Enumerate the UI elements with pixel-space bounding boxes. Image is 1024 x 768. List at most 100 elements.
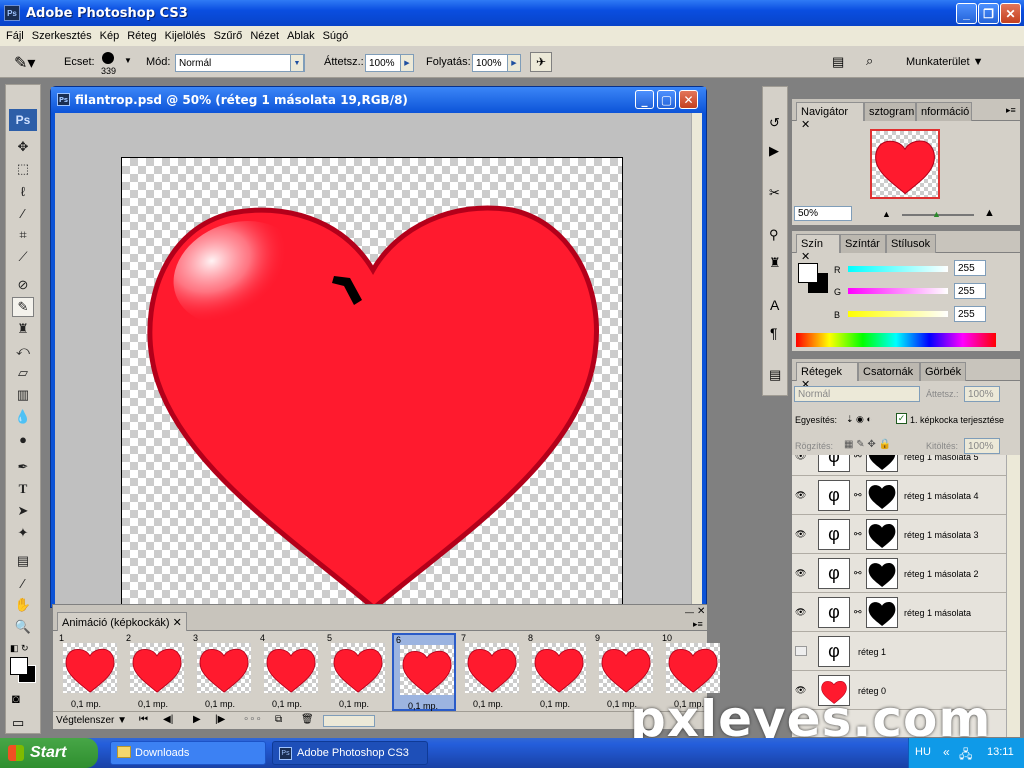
quick-mask-icon[interactable]: ◙	[12, 691, 20, 706]
brush-preview-icon[interactable]	[102, 52, 114, 64]
close-tab-icon[interactable]: ✕	[173, 617, 182, 629]
frame-duration[interactable]: 0,1 mp.	[71, 699, 101, 709]
link-icon[interactable]: ⚯	[854, 490, 862, 501]
previous-frame-icon[interactable]: ◀|	[163, 714, 173, 725]
duplicate-frame-icon[interactable]: ⧉	[275, 714, 282, 725]
link-icon[interactable]: ⚯	[854, 568, 862, 579]
brush-tool-preset-icon[interactable]: ✎▾	[14, 53, 35, 73]
language-indicator[interactable]: HU	[915, 746, 931, 758]
frame-duration[interactable]: 0,1 mp.	[339, 699, 369, 709]
tab-animation[interactable]: Animáció (képkockák) ✕	[57, 612, 187, 631]
frame-scrollbar[interactable]	[323, 715, 375, 727]
blend-mode-select[interactable]: Normál	[794, 386, 920, 402]
propagate-checkbox[interactable]: ✓	[896, 413, 907, 424]
animation-frame[interactable]: 3 0,1 mp.	[191, 633, 255, 711]
menu-layer[interactable]: Réteg	[123, 30, 160, 42]
eyedropper-tool-icon[interactable]: ⁄	[12, 573, 34, 593]
menu-edit[interactable]: Szerkesztés	[28, 30, 96, 42]
shape-tool-icon[interactable]: ✦	[12, 523, 34, 543]
visibility-eye-icon[interactable]: 👁	[795, 607, 807, 617]
menu-image[interactable]: Kép	[96, 30, 124, 42]
animation-frame[interactable]: 1 0,1 mp.	[57, 633, 121, 711]
menu-help[interactable]: Súgó	[319, 30, 353, 42]
history-brush-tool-icon[interactable]: ⤺	[12, 341, 34, 361]
play-icon[interactable]: ▶	[193, 714, 201, 725]
tab-navigator[interactable]: Navigátor ✕	[796, 102, 864, 131]
slice-tool-icon[interactable]: ⟋	[12, 247, 34, 267]
navigator-menu-icon[interactable]: ▸≡	[1006, 105, 1016, 116]
animation-frame[interactable]: 4 0,1 mp.	[258, 633, 322, 711]
workspace-menu[interactable]: Munkaterület ▼	[906, 56, 984, 68]
mode-select[interactable]: Normál	[175, 54, 305, 72]
palette-well-icon[interactable]: ▤	[832, 54, 844, 70]
opacity-arrow-icon[interactable]: ▶	[400, 54, 414, 72]
color-spectrum-bar[interactable]	[796, 333, 996, 347]
bridge-icon[interactable]: ⌕	[866, 53, 873, 69]
zoom-out-icon[interactable]: ▲	[882, 209, 891, 219]
opacity-field[interactable]: 100%	[365, 54, 401, 72]
move-tool-icon[interactable]: ✥	[12, 137, 34, 157]
tab-histogram[interactable]: sztogram	[864, 102, 916, 121]
frame-duration[interactable]: 0,1 mp.	[540, 699, 570, 709]
frame-duration[interactable]: 0,1 mp.	[205, 699, 235, 709]
panel-minimize-icon[interactable]: —	[685, 607, 694, 617]
layer-mask-thumbnail[interactable]	[866, 597, 898, 628]
magic-wand-tool-icon[interactable]: ⁄	[12, 203, 34, 223]
doc-maximize-button[interactable]: ▢	[657, 90, 676, 109]
layer-row[interactable]: 👁 φ ⚯ réteg 1 másolata 4	[792, 476, 1006, 515]
panel-menu-icon[interactable]: ▸≡	[693, 619, 703, 630]
zoom-tool-icon[interactable]: 🔍	[12, 617, 34, 637]
start-button[interactable]: Start	[0, 738, 98, 768]
visibility-eye-icon[interactable]: 👁	[795, 529, 807, 539]
lasso-tool-icon[interactable]: ℓ	[12, 181, 34, 201]
layer-row[interactable]: φ réteg 1	[792, 632, 1006, 671]
airbrush-toggle-icon[interactable]: ✈	[530, 52, 552, 72]
tab-swatches[interactable]: Színtár	[840, 234, 886, 253]
eraser-tool-icon[interactable]: ▱	[12, 363, 34, 383]
lock-icons[interactable]: ▦ ✎ ✥ 🔒	[844, 439, 891, 450]
panel-close-icon[interactable]: ✕	[697, 606, 705, 617]
image-canvas[interactable]	[121, 157, 623, 607]
brush-tool-icon[interactable]: ✎	[12, 297, 34, 317]
frame-duration[interactable]: 0,1 mp.	[138, 699, 168, 709]
clone-source-icon[interactable]: ♜	[769, 255, 781, 271]
menu-window[interactable]: Ablak	[283, 30, 319, 42]
gradient-tool-icon[interactable]: ▥	[12, 385, 34, 405]
animation-frame[interactable]: 8 0,1 mp.	[526, 633, 590, 711]
frame-duration[interactable]: 0,1 mp.	[408, 701, 438, 711]
foreground-color-swatch[interactable]	[10, 657, 28, 675]
menu-view[interactable]: Nézet	[246, 30, 283, 42]
layers-scrollbar[interactable]	[1006, 455, 1020, 737]
frame-duration[interactable]: 0,1 mp.	[473, 699, 503, 709]
flow-field[interactable]: 100%	[472, 54, 508, 72]
color-foreground-swatch[interactable]	[798, 263, 818, 283]
animation-frame[interactable]: 6 0,1 mp.	[392, 633, 456, 711]
layer-mask-thumbnail[interactable]	[866, 558, 898, 589]
visibility-toggle[interactable]	[795, 646, 807, 656]
link-icon[interactable]: ⚯	[854, 607, 862, 618]
layer-row[interactable]: 👁 φ ⚯ réteg 1 másolata 3	[792, 515, 1006, 554]
visibility-eye-icon[interactable]: 👁	[795, 490, 807, 500]
healing-brush-tool-icon[interactable]: ⊘	[12, 275, 34, 295]
next-frame-icon[interactable]: |▶	[215, 714, 225, 725]
tween-icon[interactable]: ∘∘∘	[243, 714, 262, 725]
document-vertical-scrollbar[interactable]	[691, 113, 702, 607]
first-frame-icon[interactable]: ⏮	[139, 714, 148, 725]
doc-close-button[interactable]: ✕	[679, 90, 698, 109]
loop-select[interactable]: Végtelenszer ▼	[56, 715, 127, 726]
link-icon[interactable]: ⚯	[854, 455, 862, 462]
pen-tool-icon[interactable]: ✒	[12, 457, 34, 477]
animation-frame[interactable]: 5 0,1 mp.	[325, 633, 389, 711]
flow-arrow-icon[interactable]: ▶	[507, 54, 521, 72]
layer-mask-thumbnail[interactable]	[866, 455, 898, 472]
layer-row[interactable]: 👁 φ ⚯ réteg 1 másolata 2	[792, 554, 1006, 593]
crop-tool-icon[interactable]: ⌗	[12, 225, 34, 245]
menu-file[interactable]: Fájl	[2, 30, 28, 42]
mode-dropdown-icon[interactable]: ▼	[290, 54, 304, 72]
frame-duration[interactable]: 0,1 mp.	[272, 699, 302, 709]
default-colors-icon[interactable]: ◧ ↻	[10, 643, 29, 654]
green-slider[interactable]	[848, 288, 948, 294]
clone-stamp-tool-icon[interactable]: ♜	[12, 319, 34, 339]
layer-row[interactable]: 👁 φ ⚯ réteg 1 másolata	[792, 593, 1006, 632]
menu-select[interactable]: Kijelölés	[161, 30, 210, 42]
